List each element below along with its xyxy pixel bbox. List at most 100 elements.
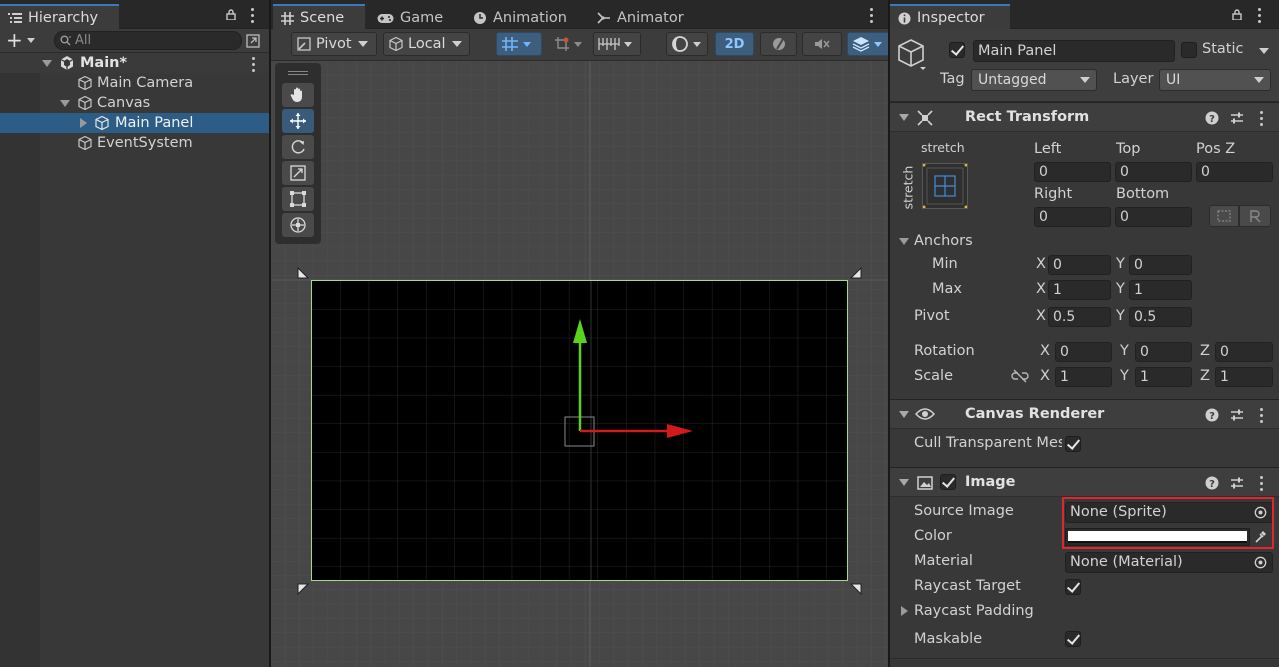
audio-toggle[interactable] xyxy=(802,32,842,56)
move-gizmo[interactable] xyxy=(561,311,701,451)
scale-z-input[interactable]: 1 xyxy=(1215,367,1273,387)
anchor-max-x-input[interactable]: 1 xyxy=(1048,280,1111,300)
pivot-dropdown[interactable]: Pivot xyxy=(291,32,377,56)
ruler-toggle[interactable] xyxy=(593,32,641,56)
scale-tool-button[interactable] xyxy=(282,161,314,185)
scene-menu-icon[interactable] xyxy=(870,8,874,23)
bottom-input[interactable]: 0 xyxy=(1115,207,1192,227)
scale-x-input[interactable]: 1 xyxy=(1055,367,1112,387)
rect-tool-button[interactable] xyxy=(282,187,314,211)
lock-icon[interactable] xyxy=(226,9,236,20)
preset-sliders-icon[interactable] xyxy=(1230,476,1244,490)
tree-scene-root[interactable]: Main* xyxy=(0,53,269,73)
tab-hierarchy[interactable]: Hierarchy xyxy=(0,4,119,29)
top-input[interactable]: 0 xyxy=(1115,162,1192,182)
static-dropdown-arrow[interactable] xyxy=(1259,48,1269,54)
foldout-arrow-icon[interactable] xyxy=(899,479,909,486)
image-header[interactable]: Image ? xyxy=(890,467,1279,497)
tag-dropdown[interactable]: Untagged xyxy=(971,69,1097,91)
search-input[interactable]: All xyxy=(54,31,242,50)
rect-transform-icon xyxy=(917,110,933,126)
anchor-min-x-input[interactable]: 0 xyxy=(1048,255,1111,275)
move-tool-button[interactable] xyxy=(282,109,314,133)
constrain-proportions-icon[interactable] xyxy=(1011,369,1029,383)
move-arrows-icon xyxy=(290,113,306,129)
scene-menu-icon[interactable] xyxy=(252,57,256,72)
layer-dropdown[interactable]: UI xyxy=(1159,69,1271,91)
blueprint-mode-button[interactable] xyxy=(1209,205,1239,227)
help-icon[interactable]: ? xyxy=(1205,476,1219,490)
palette-grip[interactable] xyxy=(278,66,318,80)
pivot-x-input[interactable]: 0.5 xyxy=(1048,307,1111,327)
right-input[interactable]: 0 xyxy=(1034,207,1111,227)
scale-y-input[interactable]: 1 xyxy=(1135,367,1192,387)
rotation-z-input[interactable]: 0 xyxy=(1215,342,1273,362)
pivot-y-input[interactable]: 0.5 xyxy=(1129,307,1192,327)
object-name-input[interactable]: Main Panel xyxy=(973,40,1175,62)
add-button[interactable]: + xyxy=(6,30,40,50)
tab-game[interactable]: Game xyxy=(369,4,451,29)
anchor-bottom-left-icon[interactable] xyxy=(295,581,311,597)
static-checkbox[interactable] xyxy=(1181,42,1197,58)
hand-tool-button[interactable] xyxy=(282,83,314,107)
lock-icon[interactable] xyxy=(1232,9,1242,20)
foldout-arrow-icon[interactable] xyxy=(899,114,909,121)
component-menu-icon[interactable] xyxy=(1260,476,1264,491)
rotate-tool-button[interactable] xyxy=(282,135,314,159)
increment-snap-toggle[interactable] xyxy=(549,32,589,56)
shading-mode-dropdown[interactable] xyxy=(666,32,708,56)
tab-animation[interactable]: Animation xyxy=(465,4,577,29)
active-checkbox[interactable] xyxy=(949,42,965,58)
canvas-renderer-header[interactable]: Canvas Renderer ? xyxy=(890,399,1279,429)
expand-arrow-icon[interactable] xyxy=(60,100,70,107)
list-item[interactable]: EventSystem xyxy=(0,133,269,153)
list-item-selected[interactable]: Main Panel xyxy=(0,113,269,133)
foldout-arrow-icon[interactable] xyxy=(899,411,909,418)
maskable-checkbox[interactable] xyxy=(1065,631,1081,647)
hierarchy-menu-icon[interactable] xyxy=(251,8,255,23)
svg-text:?: ? xyxy=(1209,479,1215,490)
effects-dropdown[interactable] xyxy=(847,32,888,56)
scene-picker-icon[interactable] xyxy=(246,34,260,48)
posz-input[interactable]: 0 xyxy=(1196,162,1273,182)
preset-sliders-icon[interactable] xyxy=(1230,111,1244,125)
tab-scene[interactable]: Scene xyxy=(273,4,365,29)
list-item[interactable]: Canvas xyxy=(0,93,269,113)
rect-transform-header[interactable]: Rect Transform ? xyxy=(890,102,1279,132)
cull-transparent-checkbox[interactable] xyxy=(1065,436,1081,452)
rotation-x-input[interactable]: 0 xyxy=(1055,342,1112,362)
preset-sliders-icon[interactable] xyxy=(1230,408,1244,422)
left-input[interactable]: 0 xyxy=(1034,162,1111,182)
anchor-min-y-input[interactable]: 0 xyxy=(1129,255,1192,275)
transform-tool-button[interactable] xyxy=(282,213,314,237)
anchor-bottom-right-icon[interactable] xyxy=(848,581,864,597)
tab-animator[interactable]: Animator xyxy=(589,4,699,29)
local-dropdown[interactable]: Local xyxy=(383,32,470,56)
material-field[interactable]: None (Material) xyxy=(1065,552,1273,573)
scene-viewport[interactable] xyxy=(271,61,888,667)
expand-arrow-icon[interactable] xyxy=(42,60,52,67)
raw-edit-button[interactable] xyxy=(1239,205,1271,227)
anchor-top-left-icon[interactable] xyxy=(295,265,311,281)
list-item[interactable]: Main Camera xyxy=(0,73,269,93)
lighting-toggle[interactable] xyxy=(760,32,797,56)
chevron-down-icon xyxy=(1080,77,1090,83)
raycast-target-checkbox[interactable] xyxy=(1065,579,1081,595)
collapse-arrow-icon[interactable] xyxy=(80,118,87,128)
help-icon[interactable]: ? xyxy=(1205,408,1219,422)
rotation-y-input[interactable]: 0 xyxy=(1135,342,1192,362)
anchor-top-right-icon[interactable] xyxy=(848,265,864,281)
object-picker-icon[interactable] xyxy=(1254,556,1267,569)
anchor-presets-button[interactable] xyxy=(922,163,968,209)
tab-inspector[interactable]: Inspector xyxy=(890,4,1010,29)
anchors-foldout-icon[interactable] xyxy=(899,238,909,245)
grid-snap-toggle[interactable] xyxy=(496,32,542,56)
component-menu-icon[interactable] xyxy=(1260,408,1264,423)
anchor-max-y-input[interactable]: 1 xyxy=(1129,280,1192,300)
help-icon[interactable]: ? xyxy=(1205,111,1219,125)
component-menu-icon[interactable] xyxy=(1260,111,1264,126)
image-enabled-checkbox[interactable] xyxy=(940,474,956,490)
raycast-padding-foldout-icon[interactable] xyxy=(901,606,908,616)
mode-2d-toggle[interactable]: 2D xyxy=(715,32,754,56)
inspector-menu-icon[interactable] xyxy=(1258,8,1262,23)
